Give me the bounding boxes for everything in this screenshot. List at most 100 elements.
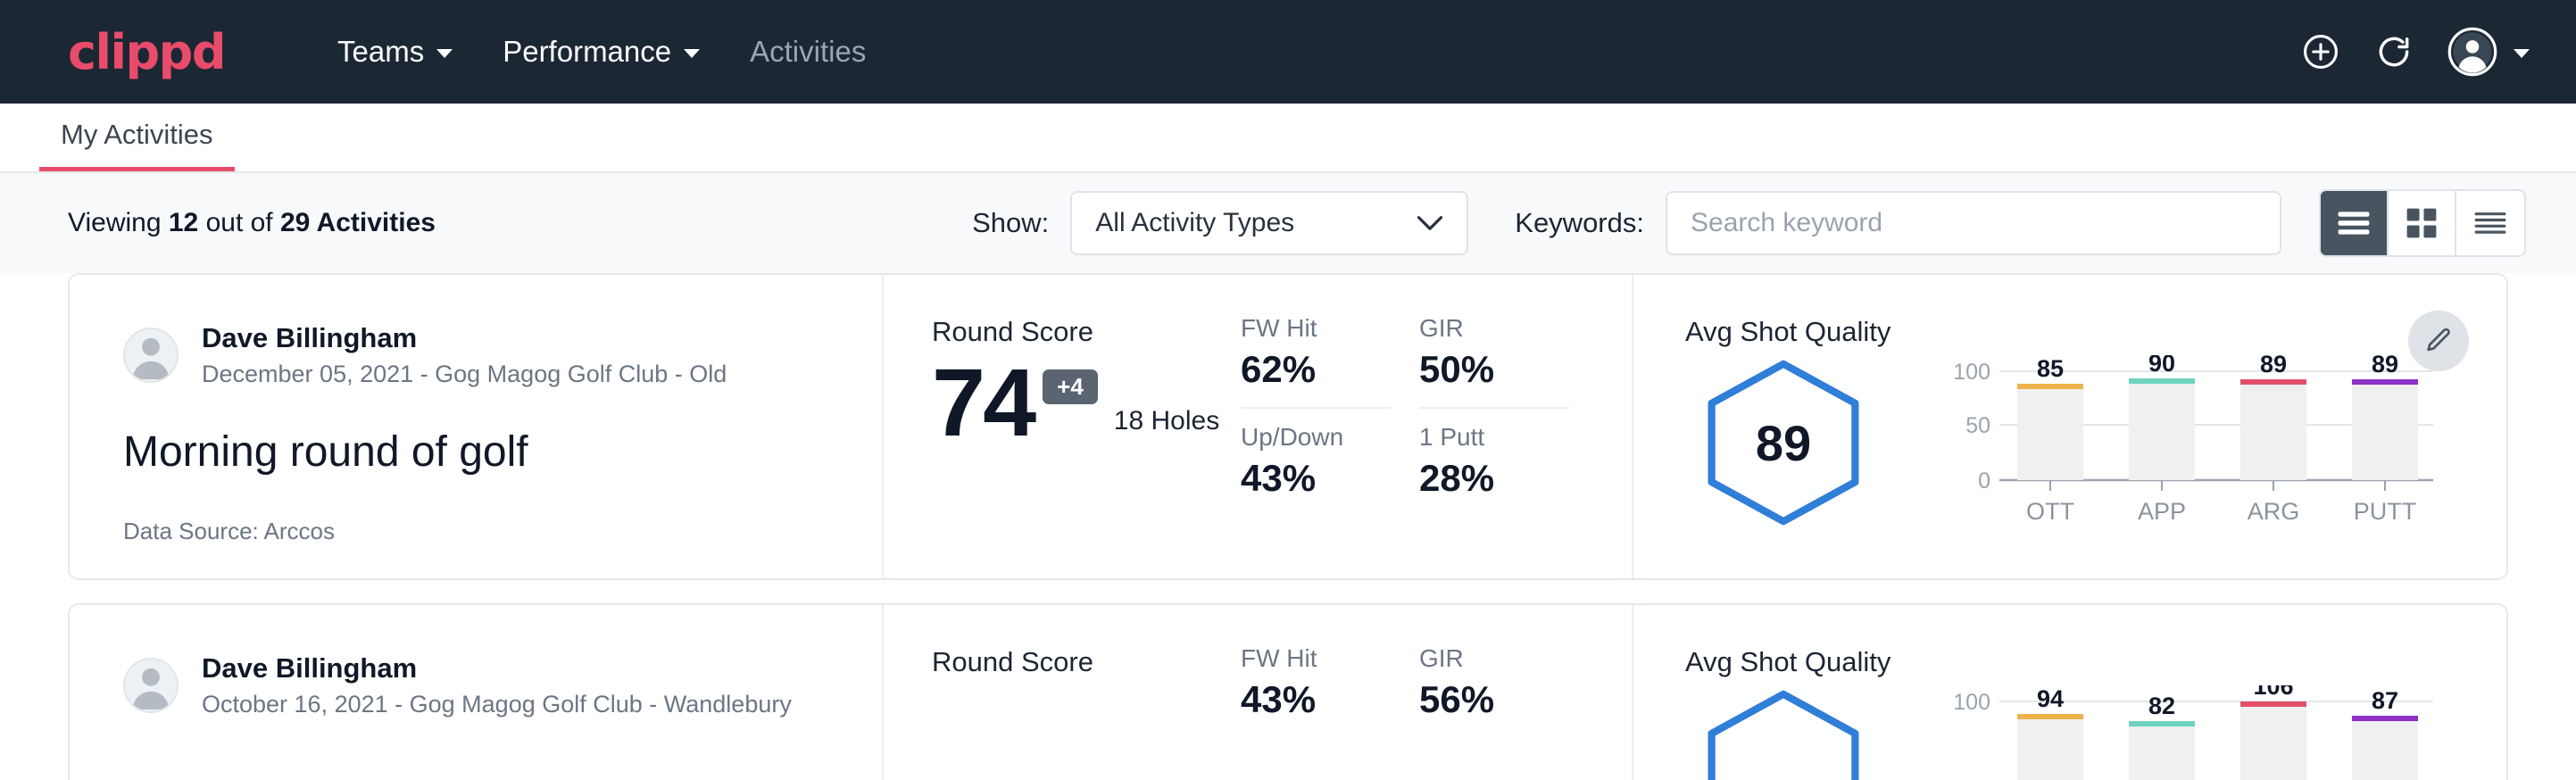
- stat-gir: GIR 56%: [1419, 644, 1569, 721]
- activity-date-venue: December 05, 2021 - Gog Magog Golf Club …: [202, 359, 727, 390]
- activity-card[interactable]: Dave Billingham October 16, 2021 - Gog M…: [68, 603, 2508, 780]
- avg-shot-quality-body: 89 100 50 0: [1685, 355, 2506, 547]
- view-mode-list-button[interactable]: [2321, 191, 2389, 255]
- plus-circle-icon[interactable]: [2301, 32, 2340, 71]
- holes-count: 18 Holes: [1114, 406, 1219, 436]
- chevron-down-icon: [2514, 49, 2530, 58]
- nav-item-activities-label: Activities: [750, 35, 866, 69]
- stat-up-down-label: Up/Down: [1241, 423, 1391, 452]
- round-score-label: Round Score: [932, 646, 1241, 678]
- stat-gir-value: 50%: [1419, 348, 1569, 391]
- activity-person-name: Dave Billingham: [202, 651, 792, 686]
- stat-fw-hit-value: 43%: [1241, 678, 1391, 721]
- svg-text:85: 85: [2037, 355, 2064, 382]
- chevron-down-icon: [436, 49, 453, 58]
- viewing-total: 29 Activities: [280, 208, 436, 237]
- activity-stats-grid: FW Hit 43% GIR 56%: [1241, 605, 1633, 780]
- stat-gir-label: GIR: [1419, 644, 1569, 673]
- stat-fw-hit-label: FW Hit: [1241, 644, 1391, 673]
- svg-text:90: 90: [2148, 355, 2175, 377]
- avg-shot-quality-column: Avg Shot Quality 100 94: [1633, 605, 2506, 780]
- svg-text:106: 106: [2253, 685, 2293, 700]
- search-input[interactable]: Search keyword: [1666, 191, 2281, 255]
- main-nav-items: Teams Performance Activities: [312, 35, 891, 69]
- svg-text:89: 89: [2260, 355, 2287, 378]
- user-avatar-menu[interactable]: [2447, 27, 2530, 77]
- view-mode-grid-button[interactable]: [2389, 191, 2456, 255]
- refresh-icon[interactable]: [2374, 32, 2414, 71]
- stat-one-putt-value: 28%: [1419, 457, 1569, 500]
- clippd-logo[interactable]: clippd: [68, 24, 225, 80]
- stat-gir-label: GIR: [1419, 314, 1569, 343]
- view-mode-toggle-group: [2319, 189, 2526, 257]
- activity-title: Morning round of golf: [123, 427, 828, 477]
- chevron-down-icon: [684, 49, 700, 58]
- round-score-value: 74: [932, 357, 1034, 449]
- activity-info-column: Dave Billingham December 05, 2021 - Gog …: [70, 275, 884, 578]
- activity-card-list: Dave Billingham December 05, 2021 - Gog …: [0, 273, 2576, 780]
- shot-quality-bar-chart: 100 94 82 106 87: [1940, 685, 2440, 780]
- activity-stats-grid: FW Hit 62% GIR 50% Up/Down 43% 1 Putt 28…: [1241, 275, 1633, 578]
- shot-quality-hexagon: [1685, 685, 1882, 780]
- svg-text:APP: APP: [2138, 498, 2186, 525]
- svg-text:82: 82: [2148, 693, 2175, 719]
- viewing-prefix: Viewing: [68, 208, 169, 237]
- round-score-row: 74 +4 18 Holes: [932, 357, 1241, 449]
- round-score-label: Round Score: [932, 316, 1241, 348]
- pencil-icon: [2423, 326, 2454, 356]
- shot-quality-bar-chart: 100 50 0 85 90 89: [1940, 355, 2440, 547]
- avg-shot-quality-column: Avg Shot Quality 89: [1633, 275, 2506, 578]
- activity-data-source: Data Source: Arccos: [123, 518, 828, 545]
- activity-type-select-value: All Activity Types: [1095, 208, 1294, 238]
- avatar-icon: [2447, 27, 2497, 77]
- svg-text:87: 87: [2372, 687, 2398, 714]
- stat-up-down: Up/Down 43%: [1241, 423, 1391, 500]
- search-input-placeholder: Search keyword: [1691, 208, 1882, 238]
- activity-date-venue: October 16, 2021 - Gog Magog Golf Club -…: [202, 689, 792, 720]
- stat-one-putt: 1 Putt 28%: [1419, 423, 1569, 500]
- edit-activity-button[interactable]: [2408, 311, 2469, 371]
- avg-shot-quality-label: Avg Shot Quality: [1685, 646, 2506, 678]
- stat-fw-hit-label: FW Hit: [1241, 314, 1391, 343]
- nav-item-teams[interactable]: Teams: [312, 35, 478, 69]
- stat-fw-hit: FW Hit 43%: [1241, 644, 1391, 721]
- tab-my-activities-label: My Activities: [61, 119, 213, 150]
- round-score-column: Round Score 74 +4 18 Holes: [884, 275, 1241, 578]
- svg-text:94: 94: [2037, 685, 2064, 712]
- shot-quality-hexagon: 89: [1685, 355, 1882, 530]
- activity-type-select[interactable]: All Activity Types: [1070, 191, 1468, 255]
- svg-text:ARG: ARG: [2248, 498, 2300, 525]
- nav-item-teams-label: Teams: [337, 35, 424, 69]
- tab-my-activities[interactable]: My Activities: [39, 119, 235, 171]
- svg-text:100: 100: [1953, 360, 1990, 385]
- svg-text:89: 89: [2372, 355, 2398, 378]
- avatar: [123, 658, 179, 713]
- svg-text:50: 50: [1965, 413, 1990, 438]
- score-to-par-badge: +4: [1043, 369, 1098, 404]
- round-score-column: Round Score: [884, 605, 1241, 780]
- chevron-down-icon: [1417, 208, 1443, 238]
- avg-shot-quality-body: 100 94 82 106 87: [1685, 685, 2506, 780]
- view-mode-compact-button[interactable]: [2456, 191, 2524, 255]
- nav-right-actions: [2301, 27, 2530, 77]
- svg-text:OTT: OTT: [2026, 498, 2074, 525]
- viewing-count-text: Viewing 12 out of 29 Activities: [68, 208, 436, 238]
- viewing-count: 12: [169, 208, 198, 237]
- svg-text:PUTT: PUTT: [2354, 498, 2417, 525]
- stat-one-putt-label: 1 Putt: [1419, 423, 1569, 452]
- top-navigation-bar: clippd Teams Performance Activities: [0, 0, 2576, 104]
- stat-fw-hit-value: 62%: [1241, 348, 1391, 391]
- avatar: [123, 328, 179, 383]
- nav-item-activities[interactable]: Activities: [725, 35, 891, 69]
- activity-person: Dave Billingham December 05, 2021 - Gog …: [123, 321, 828, 390]
- show-label: Show:: [972, 207, 1049, 239]
- activity-card[interactable]: Dave Billingham December 05, 2021 - Gog …: [68, 273, 2508, 580]
- avg-shot-quality-label: Avg Shot Quality: [1685, 316, 2506, 348]
- viewing-mid: out of: [198, 208, 280, 237]
- nav-item-performance-label: Performance: [503, 35, 671, 69]
- filter-bar: Viewing 12 out of 29 Activities Show: Al…: [0, 173, 2576, 273]
- nav-item-performance[interactable]: Performance: [478, 35, 725, 69]
- activity-person: Dave Billingham October 16, 2021 - Gog M…: [123, 651, 828, 720]
- filter-controls: Show: All Activity Types Keywords: Searc…: [972, 189, 2526, 257]
- svg-text:100: 100: [1953, 690, 1990, 715]
